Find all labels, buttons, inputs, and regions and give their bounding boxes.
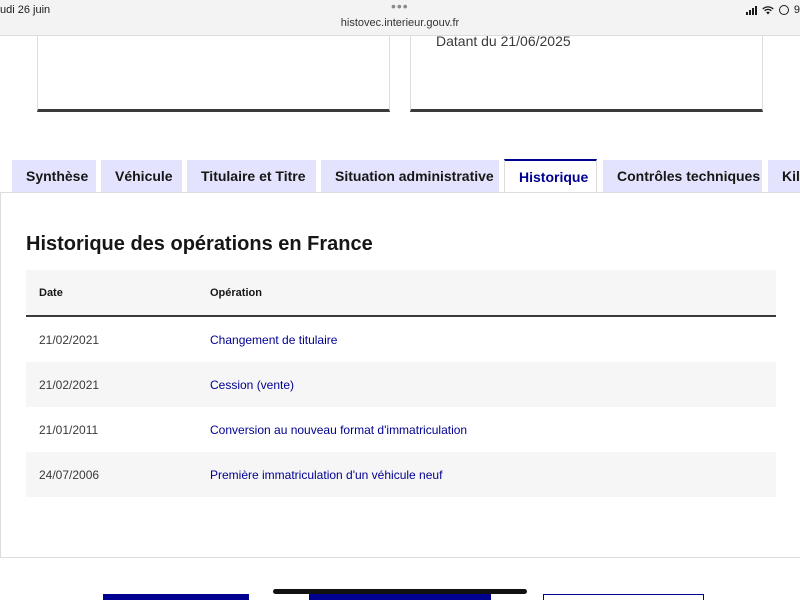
report-date: Datant du 21/06/2025 bbox=[436, 33, 571, 49]
row-date: 21/01/2011 bbox=[39, 422, 99, 437]
row-date: 21/02/2021 bbox=[39, 332, 100, 347]
row-date: 21/02/2021 bbox=[39, 377, 100, 392]
row-operation: Changement de titulaire bbox=[210, 332, 338, 347]
row-date: 24/07/2006 bbox=[39, 467, 100, 482]
bottom-secondary-button[interactable] bbox=[543, 594, 704, 600]
table-row: 24/07/2006 Première immatriculation d'un… bbox=[26, 452, 776, 497]
row-operation: Première immatriculation d'un véhicule n… bbox=[210, 467, 443, 482]
info-card-right: Datant du 21/06/2025 bbox=[410, 33, 763, 112]
tab-historique[interactable]: Historique bbox=[504, 159, 597, 192]
table-row: 21/02/2021 Cession (vente) bbox=[26, 362, 776, 407]
header-operation: Opération bbox=[210, 286, 262, 299]
orientation-lock-icon bbox=[778, 5, 789, 15]
table-header: Date Opération bbox=[26, 270, 776, 317]
section-title: Historique des opérations en France bbox=[26, 233, 373, 255]
home-indicator[interactable] bbox=[273, 589, 527, 594]
header-date: Date bbox=[39, 286, 63, 299]
tab-synthese[interactable]: Synthèse bbox=[12, 160, 96, 192]
more-dots-icon[interactable]: ••• bbox=[391, 0, 409, 13]
browser-status-bar: udi 26 juin ••• histovec.interieur.gouv.… bbox=[0, 0, 800, 36]
bottom-primary-button-2[interactable] bbox=[309, 594, 491, 600]
tab-titulaire-titre[interactable]: Titulaire et Titre bbox=[187, 160, 316, 192]
table-row: 21/01/2011 Conversion au nouveau format … bbox=[26, 407, 776, 452]
status-time: udi 26 juin bbox=[0, 4, 51, 16]
system-icons: 9 bbox=[745, 4, 800, 16]
cellular-signal-icon bbox=[745, 5, 757, 15]
tab-controles-techniques[interactable]: Contrôles techniques bbox=[603, 160, 762, 192]
tab-vehicule[interactable]: Véhicule bbox=[101, 160, 182, 192]
address-bar-url[interactable]: histovec.interieur.gouv.fr bbox=[0, 17, 800, 29]
tab-situation-administrative[interactable]: Situation administrative bbox=[321, 160, 499, 192]
info-card-left bbox=[37, 36, 390, 112]
tab-bar: Synthèse Véhicule Titulaire et Titre Sit… bbox=[0, 159, 800, 192]
historique-panel: Historique des opérations en France Date… bbox=[0, 192, 800, 558]
row-operation: Conversion au nouveau format d'immatricu… bbox=[210, 422, 468, 437]
operations-table: Date Opération 21/02/2021 Changement de … bbox=[26, 270, 776, 497]
tab-kilometrage[interactable]: Kilo bbox=[768, 160, 800, 192]
battery-percent: 9 bbox=[793, 4, 800, 16]
wifi-icon bbox=[762, 5, 774, 14]
row-operation: Cession (vente) bbox=[210, 377, 295, 392]
table-row: 21/02/2021 Changement de titulaire bbox=[26, 317, 776, 362]
bottom-primary-button-1[interactable] bbox=[103, 594, 249, 600]
